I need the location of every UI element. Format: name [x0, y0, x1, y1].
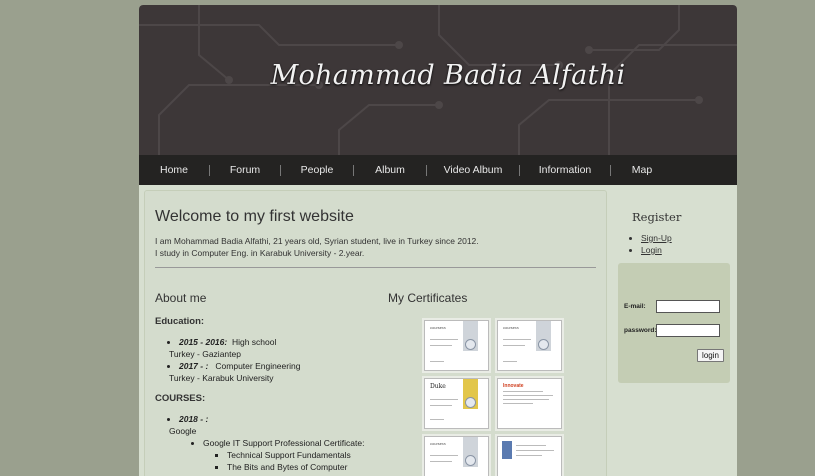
certificate-header: Duke — [430, 383, 446, 390]
course-provider: Google — [169, 426, 197, 436]
certificate-seal-icon — [465, 455, 476, 466]
course-years: 2018 - : — [179, 414, 209, 424]
text-line — [430, 339, 458, 340]
login-button[interactable]: login — [697, 349, 724, 362]
certificate-seal-icon — [465, 339, 476, 350]
certificate-thumbnail[interactable]: Duke — [424, 378, 489, 429]
about-title: About me — [155, 291, 207, 305]
page-container: Mohammad Badia Alfathi Home Forum People… — [139, 5, 737, 476]
course-item: Technical Support Fundamentals — [227, 449, 364, 461]
certificate-header: coursera — [503, 325, 519, 330]
text-line — [503, 395, 553, 396]
education-text: Computer Engineering — [215, 361, 301, 371]
text-line — [516, 450, 554, 451]
site-title: Mohammad Badia Alfathi — [270, 60, 626, 91]
text-line — [430, 419, 444, 420]
password-field[interactable] — [656, 324, 720, 337]
text-line — [430, 455, 458, 456]
divider — [155, 267, 596, 268]
certificate-seal-icon — [538, 339, 549, 350]
text-line — [430, 405, 452, 406]
nav-information[interactable]: Information — [520, 155, 610, 185]
nav-video-album[interactable]: Video Album — [427, 155, 519, 185]
sign-up-link[interactable]: Sign-Up — [641, 233, 672, 243]
course-program: Google IT Support Professional Certifica… — [203, 437, 364, 449]
education-item: 2017 - : Computer Engineering Turkey - K… — [169, 360, 301, 384]
intro-line: I study in Computer Eng. in Karabuk Univ… — [155, 248, 365, 258]
certificate-header: Innovate — [503, 383, 524, 389]
education-title: Education: — [155, 316, 205, 327]
email-label: E-mail: — [624, 303, 646, 310]
certificate-thumbnail[interactable]: coursera — [424, 436, 489, 476]
certificates-title: My Certificates — [388, 291, 468, 305]
main-nav: Home Forum People Album Video Album Info… — [139, 155, 737, 185]
certificate-thumbnail[interactable] — [497, 436, 562, 476]
login-link[interactable]: Login — [641, 245, 662, 255]
text-line — [503, 339, 531, 340]
nav-map[interactable]: Map — [611, 155, 673, 185]
education-years: 2017 - : — [179, 361, 209, 371]
register-links: Sign-Up Login — [641, 232, 672, 256]
course-years-item: 2018 - : — [179, 413, 364, 425]
text-line — [430, 461, 452, 462]
text-line — [516, 445, 546, 446]
text-line — [503, 399, 549, 400]
certificate-header: coursera — [430, 441, 446, 446]
nav-people[interactable]: People — [281, 155, 353, 185]
certificate-thumbnail[interactable]: coursera — [497, 320, 562, 371]
register-link-item: Login — [641, 244, 672, 256]
header-banner: Mohammad Badia Alfathi — [139, 5, 737, 155]
email-field[interactable] — [656, 300, 720, 313]
register-title: Register — [632, 210, 682, 224]
text-line — [503, 361, 517, 362]
courses-list: 2018 - : Google Google IT Support Profes… — [169, 413, 364, 473]
password-label: password: — [624, 327, 657, 334]
education-item: 2015 - 2016: High school Turkey - Gazian… — [169, 336, 300, 360]
certificate-photo — [502, 441, 512, 459]
text-line — [516, 455, 542, 456]
main-content: Welcome to my first website I am Mohamma… — [144, 190, 607, 476]
sidebar: Register Sign-Up Login E-mail: password:… — [617, 190, 732, 476]
education-place: Turkey - Karabuk University — [169, 373, 274, 383]
education-list: 2015 - 2016: High school Turkey - Gazian… — [169, 336, 300, 384]
certificate-header: coursera — [430, 325, 446, 330]
text-line — [503, 391, 543, 392]
text-line — [430, 345, 452, 346]
register-link-item: Sign-Up — [641, 232, 672, 244]
education-years: 2015 - 2016: — [179, 337, 228, 347]
nav-album[interactable]: Album — [354, 155, 426, 185]
courses-title: COURSES: — [155, 393, 206, 404]
course-item: The Bits and Bytes of Computer — [227, 461, 364, 473]
text-line — [430, 361, 444, 362]
text-line — [430, 399, 458, 400]
certificate-thumbnail[interactable]: coursera — [424, 320, 489, 371]
nav-forum[interactable]: Forum — [210, 155, 280, 185]
nav-home[interactable]: Home — [139, 155, 209, 185]
certificate-thumbnail[interactable]: Innovate — [497, 378, 562, 429]
text-line — [503, 403, 533, 404]
welcome-title: Welcome to my first website — [155, 208, 354, 225]
login-form: E-mail: password: login — [618, 263, 730, 383]
text-line — [503, 345, 525, 346]
intro-text: I am Mohammad Badia Alfathi, 21 years ol… — [155, 235, 479, 259]
certificate-seal-icon — [465, 397, 476, 408]
education-text: High school — [231, 337, 277, 347]
intro-line: I am Mohammad Badia Alfathi, 21 years ol… — [155, 236, 479, 246]
education-place: Turkey - Gaziantep — [169, 349, 241, 359]
